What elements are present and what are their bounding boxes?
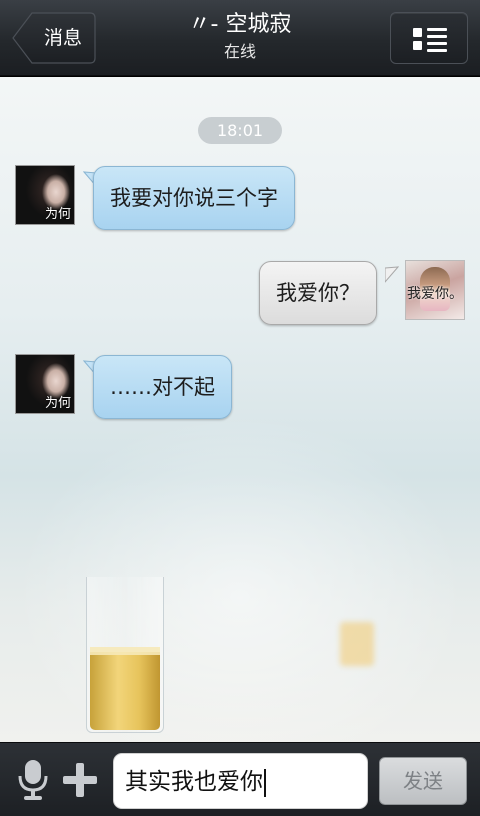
online-status: 在线 — [223, 42, 256, 61]
bubble-tail — [385, 266, 399, 283]
text-caret — [264, 768, 266, 797]
contact-avatar[interactable]: 为何 — [15, 165, 75, 225]
background-blur-light — [340, 622, 374, 666]
avatar-caption: 为何 — [44, 207, 71, 222]
message-input[interactable]: 其实我也爱你 — [113, 753, 368, 809]
contact-avatar[interactable]: 为何 — [15, 354, 75, 414]
background-beer — [90, 652, 160, 730]
top-bar: 消息 〃- 空城寂 在线 — [0, 0, 480, 76]
my-avatar[interactable]: 我爱你。 — [405, 260, 465, 320]
message-bubble-outgoing[interactable]: 我爱你？ — [259, 261, 377, 325]
microphone-icon[interactable] — [16, 759, 50, 801]
avatar-caption: 为何 — [44, 396, 71, 411]
avatar-caption: 我爱你。 — [407, 286, 463, 302]
message-bubble-incoming[interactable]: 我要对你说三个字 — [93, 166, 295, 230]
chat-title: 〃- 空城寂 — [188, 12, 292, 37]
background-foam — [90, 647, 160, 655]
message-bubble-incoming[interactable]: ……对不起 — [93, 355, 232, 419]
message-timestamp: 18:01 — [198, 117, 282, 144]
chat-info-button[interactable] — [390, 12, 468, 64]
list-menu-icon — [413, 25, 447, 53]
back-button[interactable]: 消息 — [12, 12, 96, 64]
message-input-value: 其实我也爱你 — [125, 769, 263, 795]
plus-icon[interactable] — [62, 761, 98, 799]
send-button[interactable]: 发送 — [379, 757, 467, 805]
chat-area[interactable]: 18:01 为何 我要对你说三个字 我爱你？ 我爱你。 为何 ……对不起 — [0, 77, 480, 742]
input-bar: 其实我也爱你 发送 — [0, 742, 480, 816]
back-button-label: 消息 — [43, 27, 82, 49]
